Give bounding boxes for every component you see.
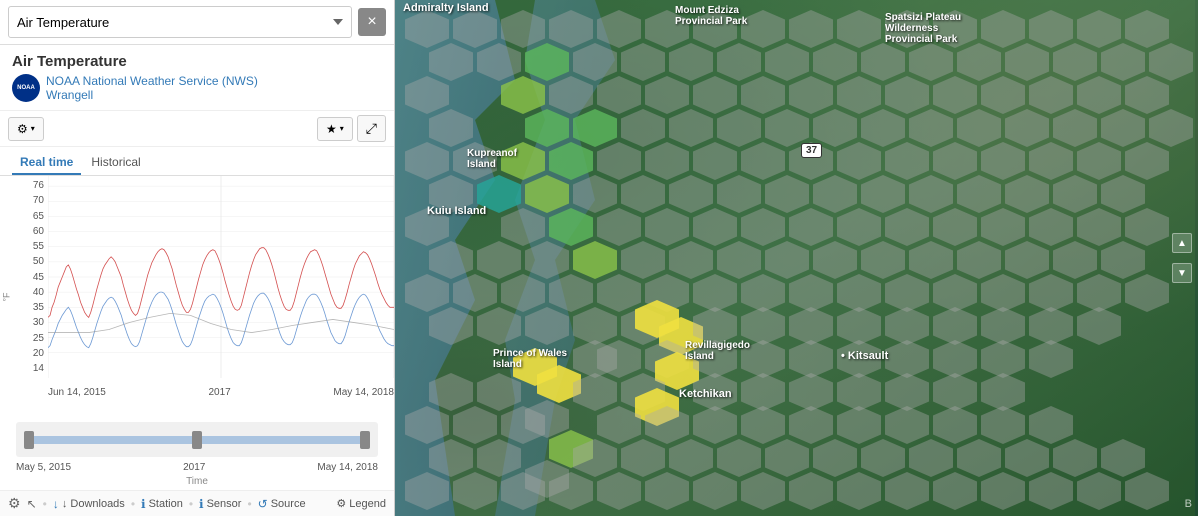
source-links: NOAA National Weather Service (NWS) Wran…	[46, 74, 258, 102]
close-button[interactable]: ×	[358, 8, 386, 36]
y-tick: 70	[33, 195, 44, 206]
expand-icon: ⤢	[366, 120, 377, 137]
top-bar: Air Temperature ×	[0, 0, 394, 45]
y-tick: 50	[33, 256, 44, 267]
y-tick: 45	[33, 272, 44, 283]
y-tick: 35	[33, 302, 44, 313]
y-tick: 55	[33, 241, 44, 252]
y-tick: 20	[33, 348, 44, 359]
settings-button[interactable]: ⚙ ▾	[8, 117, 44, 141]
slider-handle-mid[interactable]	[192, 431, 202, 449]
tab-historical[interactable]: Historical	[83, 151, 148, 175]
slider-handle-left[interactable]	[24, 431, 34, 449]
layer-dropdown[interactable]: Air Temperature	[8, 6, 352, 38]
y-tick: 60	[33, 226, 44, 237]
gear-icon: ⚙	[17, 122, 28, 136]
tabs-row: Real time Historical	[0, 147, 394, 176]
station-link-bottom[interactable]: ℹ Station	[141, 497, 183, 511]
range-end: May 14, 2018	[317, 462, 378, 473]
map-area[interactable]: Admiralty Island Mount EdzizaProvincial …	[395, 0, 1198, 516]
source-icon: ↺	[258, 497, 268, 511]
nav-arrows: ▲ ▼	[1172, 228, 1192, 288]
slider-handle-right[interactable]	[360, 431, 370, 449]
tab-realtime[interactable]: Real time	[12, 151, 81, 175]
legend-gear-icon: ⚙	[336, 497, 346, 510]
y-tick: 76	[33, 180, 44, 191]
map-background	[395, 0, 1198, 516]
y-tick: 65	[33, 211, 44, 222]
chart-wrapper: 76 70 65 60 55 50 45 40 35 30 25 20 14 °…	[0, 176, 394, 418]
x-end: May 14, 2018	[333, 387, 394, 398]
y-tick: 40	[33, 287, 44, 298]
noaa-logo: NOAA	[12, 74, 40, 102]
cursor-icon: ↖	[27, 497, 37, 511]
range-slider[interactable]	[16, 422, 378, 457]
station-link[interactable]: Wrangell	[46, 88, 258, 102]
y-tick: 14	[33, 363, 44, 374]
info-section: Air Temperature NOAA NOAA National Weath…	[0, 45, 394, 111]
range-mid: 2017	[183, 462, 205, 473]
favorite-button[interactable]: ★ ▾	[317, 117, 353, 141]
star-icon: ★	[326, 122, 337, 136]
sensor-label: Sensor	[207, 498, 242, 510]
route-37-badge: 37	[801, 143, 822, 158]
sensor-link[interactable]: ℹ Sensor	[199, 497, 241, 511]
nav-down-button[interactable]: ▼	[1172, 263, 1192, 283]
chart-svg	[48, 176, 394, 378]
source-info: NOAA NOAA National Weather Service (NWS)…	[12, 74, 382, 102]
downloads-link[interactable]: ↓ ↓ Downloads	[53, 497, 125, 511]
range-start: May 5, 2015	[16, 462, 71, 473]
source-link-bottom[interactable]: ↺ Source	[258, 497, 306, 511]
range-dates: May 5, 2015 2017 May 14, 2018	[8, 459, 386, 475]
expand-button[interactable]: ⤢	[357, 115, 386, 142]
station-label: Station	[149, 498, 183, 510]
station-icon: ℹ	[141, 497, 146, 511]
left-panel: Air Temperature × Air Temperature NOAA N…	[0, 0, 395, 516]
range-area: May 5, 2015 2017 May 14, 2018 Time	[0, 418, 394, 490]
x-axis: Jun 14, 2015 2017 May 14, 2018	[48, 387, 394, 398]
slider-track	[24, 436, 370, 444]
nav-up-button[interactable]: ▲	[1172, 233, 1192, 253]
toolbar-row: ⚙ ▾ ★ ▾ ⤢	[0, 111, 394, 147]
bottom-toolbar: ⚙ ↖ • ↓ ↓ Downloads • ℹ Station • ℹ Sens…	[0, 490, 394, 516]
layer-title: Air Temperature	[12, 53, 382, 70]
y-tick: 30	[33, 317, 44, 328]
chart-area: 76 70 65 60 55 50 45 40 35 30 25 20 14 °…	[0, 176, 394, 490]
source-label-bottom: Source	[271, 498, 306, 510]
bottom-gear-icon[interactable]: ⚙	[8, 495, 21, 512]
x-mid: 2017	[208, 387, 230, 398]
time-label: Time	[8, 475, 386, 488]
legend-label: Legend	[349, 498, 386, 510]
y-axis: 76 70 65 60 55 50 45 40 35 30 25 20 14	[0, 176, 48, 378]
x-start: Jun 14, 2015	[48, 387, 106, 398]
map-copyright: B	[1185, 498, 1192, 510]
source-link[interactable]: NOAA National Weather Service (NWS)	[46, 74, 258, 88]
download-icon: ↓	[53, 497, 59, 511]
downloads-label: ↓ Downloads	[62, 498, 125, 510]
legend-button[interactable]: ⚙ Legend	[336, 497, 386, 510]
y-axis-label: °F	[2, 292, 12, 301]
star-dropdown-icon: ▾	[340, 124, 344, 133]
y-tick: 25	[33, 333, 44, 344]
sensor-icon: ℹ	[199, 497, 204, 511]
gear-dropdown-icon: ▾	[31, 124, 35, 133]
